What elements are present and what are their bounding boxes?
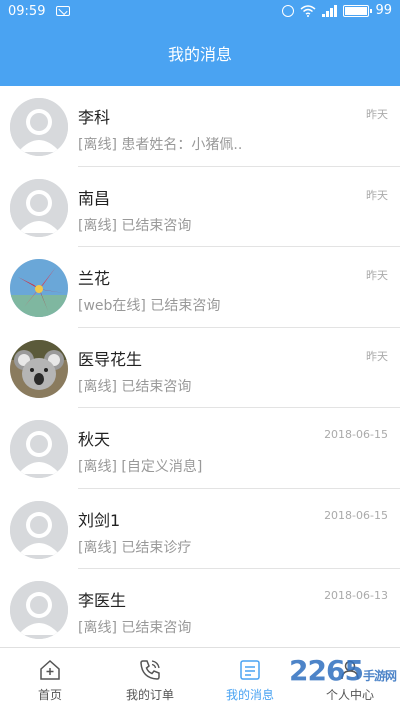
message-preview: [离线] 患者姓名：小猪佩..: [78, 137, 243, 153]
avatar: [10, 178, 68, 237]
status-bar: 09:59 99: [0, 0, 400, 24]
list-item[interactable]: 南昌 [离线] 已结束咨询 昨天: [0, 167, 400, 248]
contact-name: 李医生: [78, 591, 127, 610]
message-preview: [离线] [自定义消息]: [78, 459, 203, 475]
signal-icon: [322, 4, 338, 17]
watermark-logo: 2265手游网: [289, 654, 397, 687]
tab-home[interactable]: 首页: [0, 648, 100, 711]
message-time: 昨天: [366, 349, 388, 363]
home-icon: [40, 659, 60, 680]
message-preview: [离线] 已结束咨询: [78, 217, 192, 234]
alarm-icon: [282, 4, 295, 17]
battery-icon: [343, 4, 373, 17]
koala-avatar-icon: [10, 339, 68, 398]
contact-name: 刘剑1: [78, 510, 121, 530]
list-item[interactable]: 李医生 [离线] 已结束咨询 2018-06-13: [0, 569, 400, 650]
status-time: 09:59: [8, 4, 46, 19]
default-avatar-icon: [10, 98, 68, 156]
avatar: [10, 500, 68, 559]
contact-name: 李科: [78, 108, 111, 127]
tab-orders[interactable]: 我的订单: [100, 648, 200, 711]
notification-message-icon: [56, 6, 70, 16]
list-item[interactable]: 李科 [离线] 患者姓名：小猪佩.. 昨天: [0, 86, 400, 167]
flower-avatar-icon: [10, 259, 68, 317]
list-item[interactable]: 兰花 [web在线] 已结束咨询 昨天: [0, 247, 400, 328]
wifi-icon: [300, 4, 316, 17]
avatar: [10, 98, 68, 156]
contact-name: 南昌: [78, 188, 111, 208]
message-preview: [离线] 已结束咨询: [78, 620, 192, 636]
battery-level: 99: [375, 3, 392, 18]
contact-name: 医导花生: [78, 349, 143, 369]
watermark-suffix: 手游网: [362, 669, 397, 683]
default-avatar-icon: [10, 420, 68, 478]
default-avatar-icon: [10, 581, 68, 639]
default-avatar-icon: [10, 500, 68, 559]
list-item[interactable]: 刘剑1 [离线] 已结束诊疗 2018-06-15: [0, 489, 400, 570]
avatar: [10, 420, 68, 478]
contact-name: 秋天: [78, 430, 111, 449]
message-time: 昨天: [366, 188, 388, 202]
avatar: [10, 259, 68, 317]
message-preview: [离线] 已结束咨询: [78, 378, 192, 395]
page-title: 我的消息: [0, 24, 400, 86]
message-time: 2018-06-15: [324, 428, 388, 441]
contact-name: 兰花: [78, 269, 111, 288]
message-time: 昨天: [366, 269, 388, 282]
watermark-number: 2265: [289, 654, 364, 687]
avatar: [10, 581, 68, 639]
message-time: 2018-06-15: [324, 508, 388, 522]
tab-label: 个人中心: [325, 688, 374, 702]
message-preview: [web在线] 已结束咨询: [78, 298, 221, 314]
message-list: 李科 [离线] 患者姓名：小猪佩.. 昨天 南昌 [离线] 已结束咨询 昨天 兰…: [0, 86, 400, 650]
tab-messages[interactable]: 我的消息: [200, 648, 300, 711]
tab-label: 我的消息: [225, 688, 274, 702]
default-avatar-icon: [10, 178, 68, 237]
list-item[interactable]: 秋天 [离线] [自定义消息] 2018-06-15: [0, 408, 400, 489]
message-icon: [240, 660, 260, 680]
tab-label: 我的订单: [125, 688, 174, 702]
message-time: 昨天: [366, 108, 388, 121]
tab-label: 首页: [37, 688, 62, 702]
list-item[interactable]: 医导花生 [离线] 已结束咨询 昨天: [0, 328, 400, 409]
phone-icon: [140, 660, 160, 680]
message-time: 2018-06-13: [324, 589, 388, 602]
avatar: [10, 339, 68, 398]
message-preview: [离线] 已结束诊疗: [78, 539, 192, 556]
